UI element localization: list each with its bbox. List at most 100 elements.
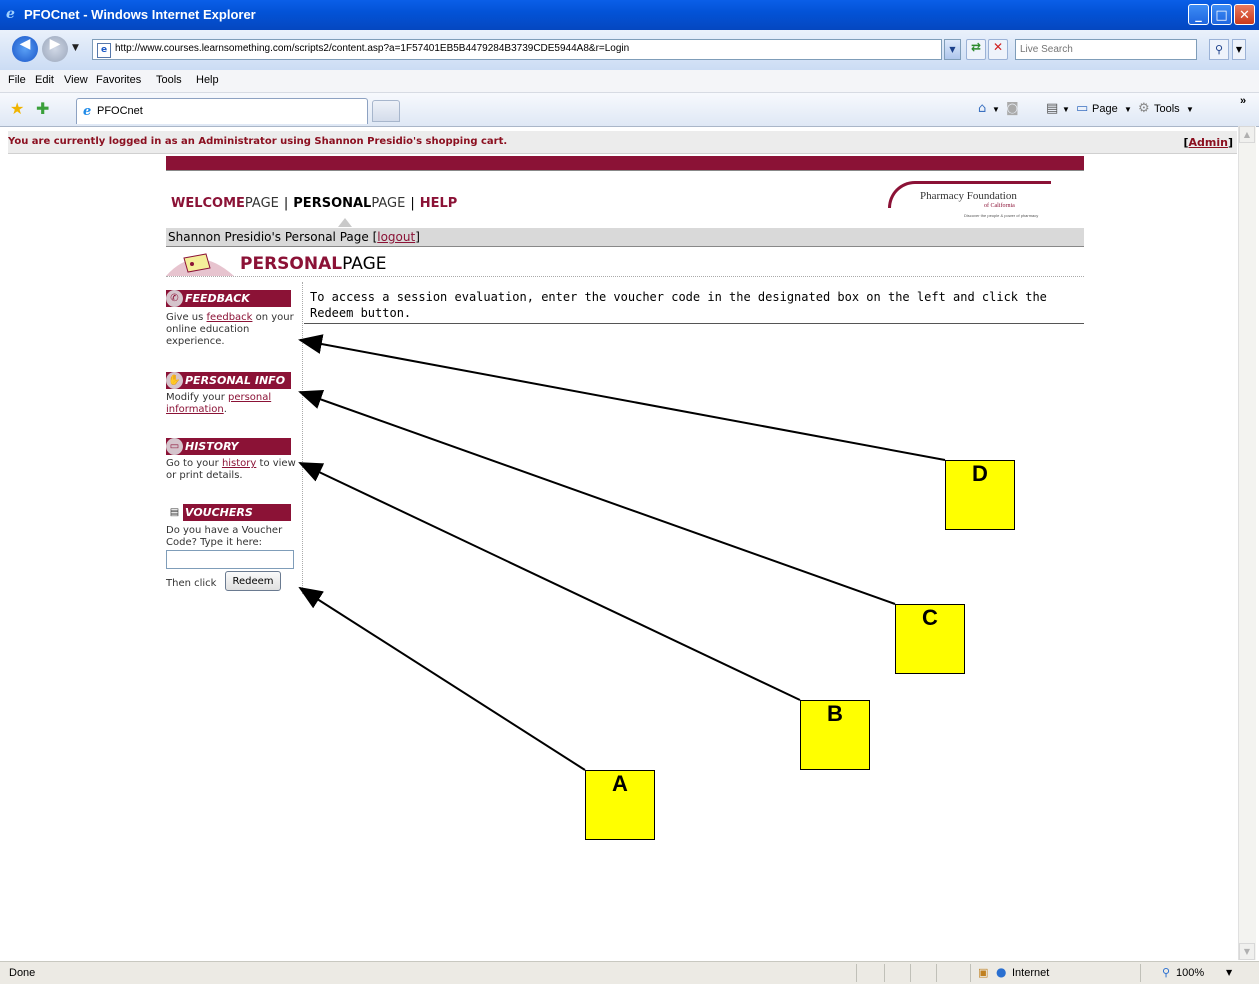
- admin-message: You are currently logged in as an Admini…: [8, 136, 508, 147]
- chevron-right-icon[interactable]: »: [1240, 95, 1246, 107]
- tab-label: PFOCnet: [97, 105, 143, 117]
- window-title: PFOCnet - Windows Internet Explorer: [24, 7, 256, 22]
- print-icon[interactable]: ▤: [1046, 101, 1058, 116]
- menu-view[interactable]: View: [64, 74, 88, 86]
- status-bar: Done ▣ ● Internet ⚲ 100% ▼: [0, 961, 1259, 984]
- voucher-code-input[interactable]: [166, 550, 294, 569]
- address-field[interactable]: e http://www.courses.learnsomething.com/…: [92, 39, 942, 60]
- instruction-text: To access a session evaluation, enter th…: [310, 290, 1047, 320]
- zoom-dropdown-icon[interactable]: ▼: [1226, 968, 1232, 977]
- user-bar: Shannon Presidio's Personal Page [logout…: [166, 228, 1084, 247]
- feedback-header: ✆ FEEDBACK: [166, 290, 291, 307]
- arrow-c: [298, 389, 896, 605]
- gear-icon[interactable]: ⚙: [1138, 101, 1150, 116]
- ie-tab-icon: e: [83, 104, 92, 119]
- tools-dropdown-icon[interactable]: ▼: [1186, 105, 1194, 114]
- user-line: Shannon Presidio's Personal Page [logout…: [168, 230, 420, 244]
- zoom-level[interactable]: 100%: [1176, 967, 1204, 979]
- admin-info-bar: You are currently logged in as an Admini…: [8, 131, 1237, 154]
- instruction-box: To access a session evaluation, enter th…: [304, 287, 1084, 324]
- admin-link[interactable]: Admin: [1189, 136, 1228, 149]
- page-heading: PERSONALPAGE: [166, 248, 1084, 277]
- feedback-link[interactable]: feedback: [207, 312, 253, 323]
- protected-mode-icon: ▣: [978, 966, 989, 979]
- maximize-button[interactable]: □: [1211, 4, 1232, 25]
- minimize-button[interactable]: _: [1188, 4, 1209, 25]
- arrow-d: [298, 334, 946, 461]
- nav-personal-page[interactable]: PERSONALPAGE: [293, 196, 405, 211]
- label-c: C: [895, 604, 965, 674]
- menu-favorites[interactable]: Favorites: [96, 74, 141, 86]
- sidebar: ✆ FEEDBACK Give us feedback on your onlin…: [166, 288, 300, 600]
- menu-bar: File Edit View Favorites Tools Help: [0, 70, 1259, 93]
- column-divider: [302, 282, 303, 594]
- search-options-dropdown-icon[interactable]: ▼: [1232, 39, 1246, 60]
- page-menu-icon[interactable]: ▭: [1076, 101, 1088, 116]
- redeem-button[interactable]: Redeem: [225, 571, 281, 591]
- url-text: http://www.courses.learnsomething.com/sc…: [115, 43, 630, 54]
- add-favorites-icon[interactable]: ✚: [36, 99, 49, 118]
- nav-welcome-page[interactable]: WELCOMEPAGE: [171, 196, 279, 211]
- megaphone-icon: ✆: [166, 290, 183, 307]
- back-button[interactable]: ◀: [12, 36, 38, 62]
- pharmacy-foundation-logo: Pharmacy Foundation of California Discov…: [884, 177, 1059, 225]
- personal-info-header: ✋ PERSONAL INFO: [166, 372, 291, 389]
- ie-icon: e: [6, 6, 15, 22]
- hand-icon: ✋: [166, 372, 183, 389]
- tab-bar: ★ ✚ e PFOCnet ⌂ ▼ ◙ ▤ ▼ ▭ Page ▼ ⚙ Tools…: [0, 93, 1259, 127]
- logout-link[interactable]: logout: [377, 230, 415, 244]
- feeds-icon[interactable]: ◙: [1006, 101, 1019, 116]
- book-icon: ▭: [166, 438, 183, 455]
- search-icon[interactable]: ⚲: [1209, 39, 1229, 60]
- personal-info-description: Modify your personal information.: [166, 392, 272, 415]
- history-header: ▭ HISTORY: [166, 438, 291, 455]
- print-dropdown-icon[interactable]: ▼: [1062, 105, 1070, 114]
- page-icon: e: [97, 43, 111, 58]
- close-button[interactable]: ✕: [1234, 4, 1255, 25]
- page-menu[interactable]: Page: [1092, 103, 1118, 115]
- title-bar: e PFOCnet - Windows Internet Explorer _ …: [0, 0, 1259, 30]
- then-click-label: Then click: [166, 578, 217, 589]
- label-b: B: [800, 700, 870, 770]
- favorites-center-icon[interactable]: ★: [10, 99, 24, 118]
- scroll-up-icon[interactable]: ▲: [1239, 126, 1255, 143]
- menu-tools[interactable]: Tools: [156, 74, 182, 86]
- recent-pages-dropdown-icon[interactable]: ▼: [72, 43, 79, 53]
- search-field[interactable]: [1015, 39, 1197, 60]
- site-nav-links: WELCOMEPAGE | PERSONALPAGE | HELP: [171, 196, 458, 211]
- vouchers-description: Do you have a Voucher Code? Type it here…: [166, 525, 283, 548]
- menu-help[interactable]: Help: [196, 74, 219, 86]
- site-top-bar: [166, 156, 1084, 170]
- menu-edit[interactable]: Edit: [35, 74, 54, 86]
- vertical-scrollbar[interactable]: ▲ ▼: [1238, 126, 1256, 960]
- globe-icon: ●: [996, 965, 1007, 979]
- heading-decoration-icon: [166, 253, 234, 276]
- admin-link-wrapper: [Admin]: [1183, 136, 1233, 149]
- history-link[interactable]: history: [222, 458, 256, 469]
- zoom-icon: ⚲: [1162, 966, 1171, 979]
- menu-file[interactable]: File: [8, 74, 26, 86]
- voucher-icon: ▤: [166, 504, 183, 521]
- page-dropdown-icon[interactable]: ▼: [1124, 105, 1132, 114]
- home-icon[interactable]: ⌂: [978, 101, 986, 116]
- address-dropdown-button[interactable]: ▼: [944, 39, 961, 60]
- page-title: PERSONALPAGE: [240, 254, 387, 274]
- status-text: Done: [9, 967, 36, 979]
- stop-button[interactable]: ✕: [988, 39, 1008, 60]
- tab-pfocnet[interactable]: e PFOCnet: [76, 98, 368, 124]
- scroll-down-icon[interactable]: ▼: [1239, 943, 1255, 960]
- new-tab-button[interactable]: [372, 100, 400, 122]
- arrow-a: [298, 586, 586, 771]
- home-dropdown-icon[interactable]: ▼: [992, 105, 1000, 114]
- site-nav: WELCOMEPAGE | PERSONALPAGE | HELP Pharmacy F…: [166, 170, 1084, 230]
- history-description: Go to your history to view or print deta…: [166, 458, 296, 481]
- search-input[interactable]: [1020, 41, 1190, 58]
- vouchers-header: ▤ VOUCHERS: [166, 504, 291, 521]
- security-zone[interactable]: Internet: [1012, 967, 1049, 979]
- nav-help[interactable]: HELP: [420, 196, 458, 211]
- forward-button[interactable]: ▶: [42, 36, 68, 62]
- refresh-button[interactable]: ⇄: [966, 39, 986, 60]
- tools-menu[interactable]: Tools: [1154, 103, 1180, 115]
- active-nav-caret: [338, 218, 352, 227]
- address-toolbar: ◀ ▶ ▼ e http://www.courses.learnsomethin…: [0, 30, 1259, 70]
